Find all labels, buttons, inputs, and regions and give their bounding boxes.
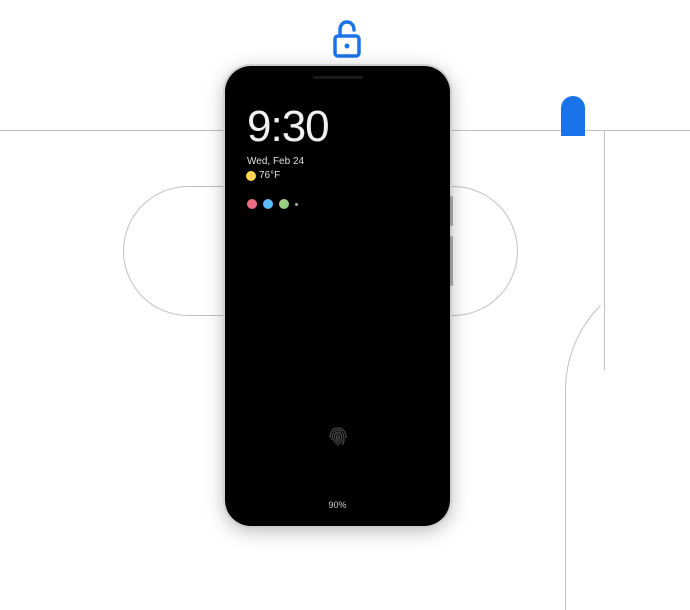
phone-screen[interactable]: 9:30 Wed, Feb 24 76°F 90% [229,70,446,522]
notification-more-dot [295,203,298,206]
phone-device: 9:30 Wed, Feb 24 76°F 90% [225,66,450,526]
background-blue-accent [561,96,585,136]
phone-earpiece [313,76,363,79]
temperature-value: 76°F [259,170,280,181]
notification-avatar[interactable] [279,199,289,209]
notification-icons-row[interactable] [247,199,428,209]
lockscreen-weather: 76°F [247,170,428,181]
notification-avatar[interactable] [263,199,273,209]
sun-icon [247,172,255,180]
lockscreen-clock: 9:30 [247,102,428,152]
battery-percentage: 90% [328,500,346,510]
phone-volume-button[interactable] [450,236,453,286]
unlock-icon [329,18,365,62]
phone-power-button[interactable] [450,196,453,226]
notification-avatar[interactable] [247,199,257,209]
lockscreen: 9:30 Wed, Feb 24 76°F [247,102,428,209]
background-arc [565,270,690,610]
fingerprint-icon[interactable] [324,422,352,450]
lockscreen-date: Wed, Feb 24 [247,156,428,167]
